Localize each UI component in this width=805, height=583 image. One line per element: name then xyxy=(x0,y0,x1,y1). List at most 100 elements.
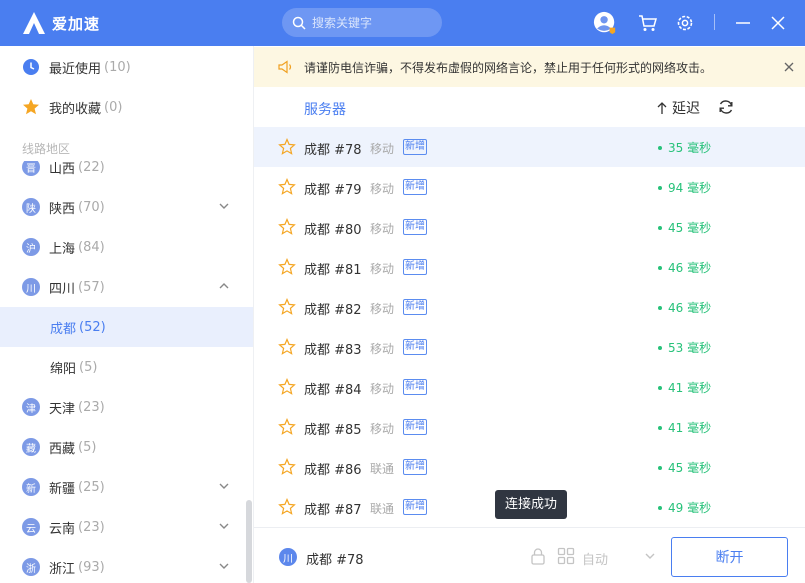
sidebar-item-count: (23) xyxy=(78,399,105,415)
new-tag: 新增 xyxy=(403,499,427,515)
user-avatar-button[interactable] xyxy=(593,11,617,35)
close-icon xyxy=(771,16,785,30)
sidebar-scrollbar[interactable] xyxy=(246,500,252,583)
sidebar-item-recent[interactable]: 最近使用 (10) xyxy=(0,47,253,87)
sidebar-item-shanghai[interactable]: 沪 上海 (84) xyxy=(0,227,253,267)
sidebar-item-count: (23) xyxy=(78,519,105,535)
region-badge: 沪 xyxy=(22,238,40,256)
sidebar-item-xinjiang[interactable]: 新 新疆 (25) xyxy=(0,467,253,507)
server-name: 成都 #83 xyxy=(304,343,362,358)
server-row[interactable]: 成都 #86 联通 新增 45 毫秒 xyxy=(254,447,805,487)
sidebar-item-label: 浙江 xyxy=(49,561,76,577)
chevron-down-icon[interactable] xyxy=(644,550,656,562)
latency-value: 41 毫秒 xyxy=(668,421,712,435)
avatar-icon xyxy=(593,11,616,35)
sidebar-item-count: (57) xyxy=(78,279,105,295)
sidebar-item-tianjin[interactable]: 津 天津 (23) xyxy=(0,387,253,427)
status-dot xyxy=(658,185,662,190)
sidebar-item-shaanxi[interactable]: 陕 陕西 (70) xyxy=(0,187,253,227)
gear-icon xyxy=(677,15,693,31)
server-row[interactable]: 成都 #79 移动 新增 94 毫秒 xyxy=(254,167,805,207)
notice-text: 请谨防电信诈骗，不得发布虚假的网络言论，禁止用于任何形式的网络攻击。 xyxy=(304,60,713,75)
favorite-star-icon[interactable] xyxy=(278,378,296,396)
new-tag: 新增 xyxy=(403,219,427,235)
new-tag: 新增 xyxy=(403,139,427,155)
sidebar-item-label: 山西 xyxy=(49,161,76,177)
arrow-up-icon xyxy=(657,102,667,114)
sidebar-item-yunnan[interactable]: 云 云南 (23) xyxy=(0,507,253,547)
sidebar-item-count: (5) xyxy=(79,359,98,375)
sidebar-item-xizang[interactable]: 藏 西藏 (5) xyxy=(0,427,253,467)
server-isp: 联通 xyxy=(370,502,395,516)
minimize-icon xyxy=(736,22,750,24)
search-box[interactable] xyxy=(282,8,442,37)
server-isp: 移动 xyxy=(370,302,395,316)
server-latency: 49 毫秒 xyxy=(658,499,711,516)
server-latency: 45 毫秒 xyxy=(658,219,711,236)
close-icon[interactable] xyxy=(781,59,797,75)
latency-value: 45 毫秒 xyxy=(668,221,712,235)
sidebar-item-count: (84) xyxy=(78,239,105,255)
favorite-star-icon[interactable] xyxy=(278,458,296,476)
region-badge: 津 xyxy=(22,398,40,416)
favorite-star-icon[interactable] xyxy=(278,298,296,316)
new-tag: 新增 xyxy=(403,339,427,355)
sidebar-item-favorites[interactable]: 我的收藏 (0) xyxy=(0,87,253,127)
chevron-down-icon[interactable] xyxy=(218,520,230,532)
sidebar-item-chengdu[interactable]: 成都 (52) xyxy=(0,307,253,347)
refresh-icon[interactable] xyxy=(717,98,735,116)
search-input[interactable] xyxy=(312,15,432,30)
sidebar-item-label: 我的收藏 xyxy=(49,101,102,117)
favorite-star-icon[interactable] xyxy=(278,218,296,236)
server-row[interactable]: 成都 #82 移动 新增 46 毫秒 xyxy=(254,287,805,327)
close-button[interactable] xyxy=(766,11,790,35)
new-tag: 新增 xyxy=(403,259,427,275)
cart-icon xyxy=(639,15,657,31)
chevron-down-icon[interactable] xyxy=(218,200,230,212)
latency-value: 94 毫秒 xyxy=(668,181,712,195)
favorite-star-icon[interactable] xyxy=(278,418,296,436)
favorite-star-icon[interactable] xyxy=(278,178,296,196)
favorite-star-icon[interactable] xyxy=(278,338,296,356)
connected-server-name: 成都 #78 xyxy=(306,553,364,568)
server-row[interactable]: 成都 #84 移动 新增 41 毫秒 xyxy=(254,367,805,407)
server-row[interactable]: 成都 #83 移动 新增 53 毫秒 xyxy=(254,327,805,367)
server-row[interactable]: 成都 #85 移动 新增 41 毫秒 xyxy=(254,407,805,447)
status-dot xyxy=(658,145,662,150)
status-dot xyxy=(658,225,662,230)
favorite-star-icon[interactable] xyxy=(278,138,296,156)
settings-button[interactable] xyxy=(673,11,697,35)
sidebar-item-sichuan[interactable]: 川 四川 (57) xyxy=(0,267,253,307)
region-badge: 晋 xyxy=(22,161,40,176)
server-name: 成都 #80 xyxy=(304,223,362,238)
latency-sort-header[interactable]: 延迟 xyxy=(656,98,700,118)
disconnect-button[interactable]: 断开 xyxy=(671,537,788,577)
latency-value: 35 毫秒 xyxy=(668,141,712,155)
sidebar-item-label: 天津 xyxy=(49,401,76,417)
server-name: 成都 #79 xyxy=(304,183,362,198)
server-row[interactable]: 成都 #78 移动 新增 35 毫秒 xyxy=(254,127,805,167)
status-dot xyxy=(658,425,662,430)
lock-icon[interactable] xyxy=(529,547,547,565)
cart-button[interactable] xyxy=(636,11,660,35)
favorite-star-icon[interactable] xyxy=(278,498,296,516)
server-row[interactable]: 成都 #80 移动 新增 45 毫秒 xyxy=(254,207,805,247)
search-icon xyxy=(292,16,306,30)
sidebar-item-count: (25) xyxy=(78,479,105,495)
chevron-down-icon[interactable] xyxy=(218,480,230,492)
chevron-down-icon[interactable] xyxy=(218,560,230,572)
minimize-button[interactable] xyxy=(731,11,755,35)
server-isp: 移动 xyxy=(370,262,395,276)
sidebar-item-mianyang[interactable]: 绵阳 (5) xyxy=(0,347,253,387)
new-tag: 新增 xyxy=(403,379,427,395)
favorite-star-icon[interactable] xyxy=(278,258,296,276)
server-name: 成都 #86 xyxy=(304,463,362,478)
server-row[interactable]: 成都 #81 移动 新增 46 毫秒 xyxy=(254,247,805,287)
toolbar-divider xyxy=(714,14,715,30)
sidebar-item-zhejiang[interactable]: 浙 浙江 (93) xyxy=(0,547,253,583)
mode-select[interactable]: 自动 xyxy=(582,549,608,568)
server-latency: 45 毫秒 xyxy=(658,459,711,476)
latency-header-label: 延迟 xyxy=(672,101,700,117)
chevron-up-icon[interactable] xyxy=(218,280,230,292)
logo-icon xyxy=(23,12,45,34)
